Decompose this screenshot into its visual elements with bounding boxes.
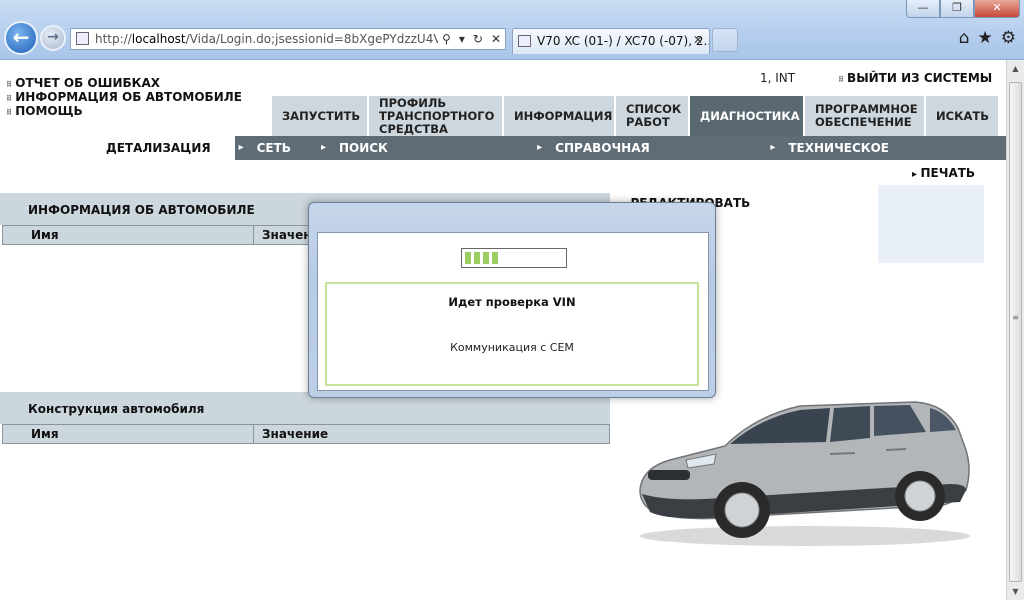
home-icon[interactable]: ⌂: [959, 28, 970, 48]
subtab-network[interactable]: СЕТЬ: [235, 136, 317, 160]
help-link[interactable]: ПОМОЩЬ: [6, 105, 242, 119]
star-icon[interactable]: ★: [978, 28, 993, 48]
status-title: Идет проверка VIN: [448, 295, 576, 309]
tab-close-icon[interactable]: ✕: [693, 33, 703, 47]
vehicle-info-link[interactable]: ИНФОРМАЦИЯ ОБ АВТОМОБИЛЕ: [6, 91, 242, 105]
address-bar[interactable]: http://localhost/Vida/Login.do;jsessioni…: [70, 28, 506, 50]
tab-diagnostics[interactable]: ДИАГНОСТИКА: [690, 96, 803, 136]
main-tabs: ЗАПУСТИТЬ ПРОФИЛЬ ТРАНСПОРТНОГО СРЕДСТВА…: [272, 96, 998, 136]
tab-page-icon: [518, 35, 531, 47]
url-prefix: http://: [95, 32, 132, 46]
header-links: ОТЧЕТ ОБ ОШИБКАХ ИНФОРМАЦИЯ ОБ АВТОМОБИЛ…: [6, 77, 242, 119]
subtab-fault-search[interactable]: ПОИСК НЕИСПРАВНОСТЕЙ: [317, 136, 533, 179]
dialog-body: Идет проверка VIN Коммуникация с CEM: [317, 232, 709, 391]
restore-button[interactable]: ❐: [940, 0, 974, 18]
sub-navigation: ДЕТАЛИЗАЦИЯ СЕТЬ ПОИСК НЕИСПРАВНОСТЕЙ СП…: [0, 136, 1006, 179]
forward-button[interactable]: →: [40, 25, 66, 51]
column-name: Имя: [3, 226, 254, 244]
car-image: [639, 401, 970, 546]
print-link[interactable]: ПЕЧАТЬ: [912, 166, 976, 180]
page-content: ОТЧЕТ ОБ ОШИБКАХ ИНФОРМАЦИЯ ОБ АВТОМОБИЛ…: [0, 60, 1006, 600]
arrow-right-icon: →: [47, 29, 59, 45]
address-tools: ⚲ ▾ ↻ ✕: [438, 29, 501, 49]
browser-tab[interactable]: V70 XC (01-) / XC70 (-07), 2... ✕: [512, 28, 710, 54]
back-button[interactable]: ←: [4, 21, 38, 55]
tab-vehicle-profile[interactable]: ПРОФИЛЬ ТРАНСПОРТНОГО СРЕДСТВА: [369, 96, 502, 136]
tab-work-list[interactable]: СПИСОК РАБОТ: [616, 96, 688, 136]
tab-start[interactable]: ЗАПУСТИТЬ: [272, 96, 367, 136]
browser-toolbar-icons: ⌂ ★ ⚙: [959, 28, 1016, 48]
tab-search[interactable]: ИСКАТЬ: [926, 96, 998, 136]
user-id: 1, INT: [760, 71, 796, 85]
column-name: Имя: [3, 425, 254, 443]
subtab-reference-info[interactable]: СПРАВОЧНАЯ ИНФОРМАЦИЯ: [533, 136, 766, 179]
close-window-button[interactable]: ✕: [974, 0, 1020, 18]
window-controls: — ❐ ✕: [906, 0, 1020, 18]
scroll-up-icon[interactable]: ▲: [1007, 60, 1024, 77]
vertical-scrollbar[interactable]: ▲ ≡ ▼: [1006, 60, 1024, 600]
url-path: /Vida/Login.do;jsessionid=8bXgePYdzzU4Vn…: [185, 32, 474, 46]
refresh-icon[interactable]: ↻: [473, 29, 483, 49]
page-icon: [76, 32, 89, 45]
scroll-down-icon[interactable]: ▼: [1007, 583, 1024, 600]
progress-segment: [483, 252, 489, 264]
scroll-thumb[interactable]: ≡: [1009, 82, 1022, 582]
tab-software[interactable]: ПРОГРАММНОЕ ОБЕСПЕЧЕНИЕ: [805, 96, 924, 136]
minimize-button[interactable]: —: [906, 0, 940, 18]
stop-icon[interactable]: ✕: [491, 29, 501, 49]
subtab-details[interactable]: ДЕТАЛИЗАЦИЯ: [0, 136, 235, 160]
construction-table-header: Имя Значение: [2, 424, 610, 444]
gear-icon[interactable]: ⚙: [1001, 28, 1016, 48]
tab-information[interactable]: ИНФОРМАЦИЯ: [504, 96, 614, 136]
url-host: localhost: [131, 32, 186, 46]
status-box: Идет проверка VIN Коммуникация с CEM: [325, 282, 699, 386]
tab-title: V70 XC (01-) / XC70 (-07), 2...: [537, 34, 710, 48]
new-tab-button[interactable]: [712, 28, 738, 52]
progress-segment: [465, 252, 471, 264]
status-message: Коммуникация с CEM: [450, 341, 574, 354]
vin-check-dialog: Идет проверка VIN Коммуникация с CEM: [308, 202, 716, 398]
search-icon[interactable]: ⚲: [442, 29, 451, 49]
progress-bar: [461, 248, 567, 268]
error-report-link[interactable]: ОТЧЕТ ОБ ОШИБКАХ: [6, 77, 242, 91]
subtab-maintenance[interactable]: ТЕХНИЧЕСКОЕ ОБСЛУЖИВАНИЕ: [766, 136, 1006, 179]
browser-chrome: — ❐ ✕ ← → http://localhost/Vida/Login.do…: [0, 0, 1024, 60]
progress-segment: [474, 252, 480, 264]
progress-segment: [492, 252, 498, 264]
logout-link[interactable]: ВЫЙТИ ИЗ СИСТЕМЫ: [838, 71, 992, 85]
column-value: Значение: [262, 427, 329, 441]
vehicle-image-panel: [878, 185, 984, 263]
dropdown-icon[interactable]: ▾: [459, 29, 465, 49]
arrow-left-icon: ←: [12, 25, 30, 49]
